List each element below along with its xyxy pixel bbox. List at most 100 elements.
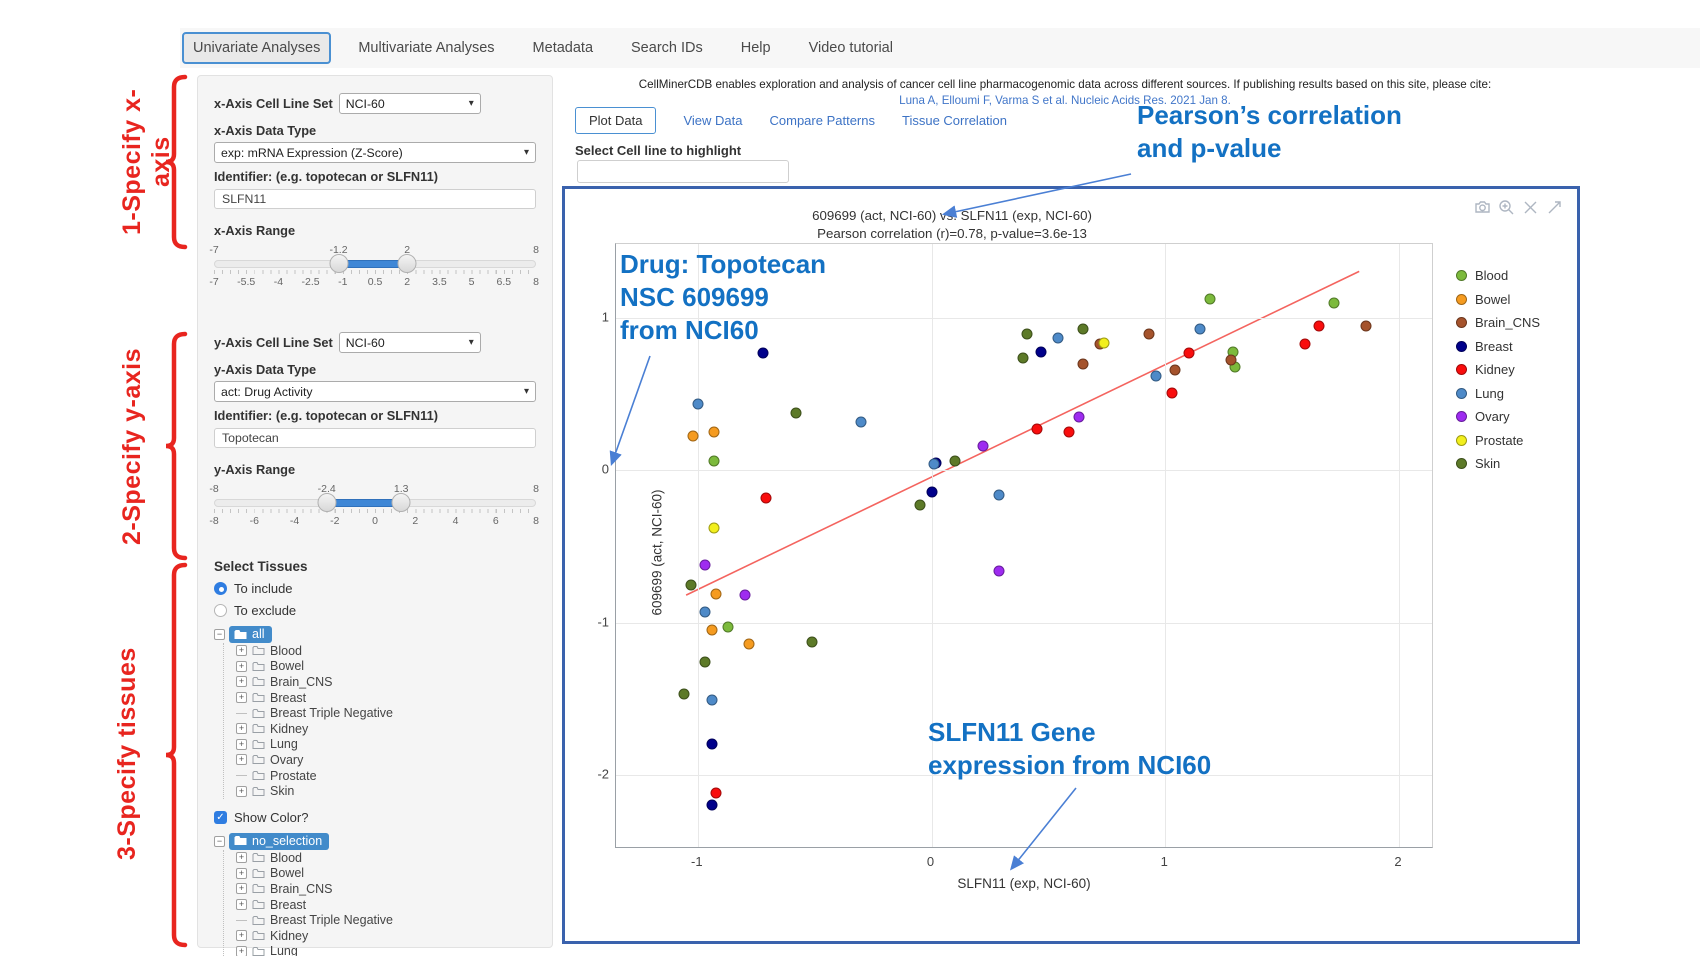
nav-tab[interactable]: Search IDs — [620, 32, 714, 64]
tree-item-breast[interactable]: +Breast — [236, 897, 536, 913]
legend-item-breast[interactable]: Breast — [1456, 335, 1540, 359]
y-range-slider[interactable]: -8-2.41.38-8-6-4-202468 — [214, 483, 536, 533]
plot-tab[interactable]: Compare Patterns — [770, 113, 876, 128]
data-point-prostate — [709, 523, 720, 534]
legend-item-kidney[interactable]: Kidney — [1456, 358, 1540, 382]
radio-icon[interactable] — [214, 604, 227, 617]
x-range-label: x-Axis Range — [214, 223, 536, 238]
expand-icon[interactable]: + — [236, 868, 247, 879]
tree-item-kidney[interactable]: +Kidney — [236, 928, 536, 944]
expand-icon[interactable]: + — [236, 930, 247, 941]
tree-item-brain_cns[interactable]: +Brain_CNS — [236, 881, 536, 897]
zoom-in-icon[interactable] — [1498, 199, 1515, 216]
expand-icon[interactable]: + — [236, 661, 247, 672]
legend-item-prostate[interactable]: Prostate — [1456, 429, 1540, 453]
expand-icon[interactable]: + — [236, 754, 247, 765]
tree-item-breast-triple-negative[interactable]: Breast Triple Negative — [236, 912, 536, 928]
chevron-down-icon: ▾ — [524, 386, 529, 397]
tissue-mode-radio-to-exclude[interactable]: To exclude — [214, 603, 536, 618]
tree-item-skin[interactable]: +Skin — [236, 783, 536, 799]
citation-link[interactable]: Luna A, Elloumi F, Varma S et al. Nuclei… — [575, 94, 1555, 107]
tree-item-breast[interactable]: + Breast — [236, 690, 536, 706]
nav-tab[interactable]: Multivariate Analyses — [347, 32, 505, 64]
tree-item-kidney[interactable]: +Kidney — [236, 721, 536, 737]
slider-tick-label: -5.5 — [237, 276, 255, 288]
legend-item-blood[interactable]: Blood — [1456, 264, 1540, 288]
slider-tick-label: -4 — [290, 515, 299, 527]
nav-tab[interactable]: Univariate Analyses — [182, 32, 331, 64]
slider-min-label: -7 — [209, 244, 218, 256]
tree-item-blood[interactable]: + Blood — [236, 850, 536, 866]
plot-tab[interactable]: Tissue Correlation — [902, 113, 1007, 128]
slider-handle-low[interactable] — [329, 254, 348, 273]
y-data-type-select[interactable]: act: Drug Activity ▾ — [214, 381, 536, 402]
legend-item-skin[interactable]: Skin — [1456, 452, 1540, 476]
x-identifier-input[interactable] — [214, 189, 536, 209]
tree-item-label: Blood — [270, 851, 302, 865]
radio-icon[interactable] — [214, 582, 227, 595]
expand-icon[interactable]: + — [236, 645, 247, 656]
expand-icon[interactable]: + — [236, 899, 247, 910]
tissue-mode-radio-to-include[interactable]: To include — [214, 581, 536, 596]
tree-item-blood[interactable]: +Blood — [236, 643, 536, 659]
tree-root-no_selection[interactable]: −no_selection — [214, 833, 536, 850]
expand-icon[interactable]: + — [236, 883, 247, 894]
legend-item-lung[interactable]: Lung — [1456, 382, 1540, 406]
legend-swatch-icon — [1456, 435, 1467, 446]
tree-item-bowel[interactable]: +Bowel — [236, 659, 536, 675]
close-icon[interactable] — [1522, 199, 1539, 216]
expand-icon[interactable]: + — [236, 852, 247, 863]
tree-item-breast-triple-negative[interactable]: Breast Triple Negative — [236, 705, 536, 721]
expand-icon[interactable]: + — [236, 692, 247, 703]
slider-max-label: 8 — [533, 483, 539, 495]
collapse-icon[interactable]: − — [214, 836, 225, 847]
data-point-lung — [1150, 371, 1161, 382]
x-data-type-select[interactable]: exp: mRNA Expression (Z-Score) ▾ — [214, 142, 536, 163]
tree-item-prostate[interactable]: Prostate — [236, 768, 536, 784]
plot-tab[interactable]: View Data — [683, 113, 742, 128]
data-point-lung — [1052, 333, 1063, 344]
slider-tick-label: -4 — [274, 276, 283, 288]
plot-legend: BloodBowelBrain_CNSBreastKidneyLungOvary… — [1456, 264, 1540, 476]
legend-item-bowel[interactable]: Bowel — [1456, 288, 1540, 312]
tree-item-lung[interactable]: +Lung — [236, 944, 536, 956]
y-axis-title: 609699 (act, NCI-60) — [650, 489, 665, 615]
gridline — [1399, 244, 1400, 847]
slider-handle-high[interactable] — [392, 493, 411, 512]
expand-icon[interactable]: + — [236, 786, 247, 797]
nav-tab[interactable]: Help — [730, 32, 782, 64]
tree-root-highlight[interactable]: all — [229, 626, 272, 643]
expand-icon[interactable]: + — [236, 946, 247, 956]
y-tick-label: -1 — [571, 614, 609, 629]
tree-root-highlight[interactable]: no_selection — [229, 833, 329, 850]
slider-handle-high[interactable] — [398, 254, 417, 273]
show-color-checkbox-row[interactable]: ✓ Show Color? — [214, 810, 536, 825]
x-range-slider[interactable]: -7-1.228-7-5.5-4-2.5-10.523.556.58 — [214, 244, 536, 294]
slider-handle-low[interactable] — [318, 493, 337, 512]
slider-track[interactable] — [214, 499, 536, 507]
highlight-cell-line-input[interactable] — [577, 160, 789, 183]
tree-item-bowel[interactable]: +Bowel — [236, 866, 536, 882]
y-cell-line-set-select[interactable]: NCI-60 ▾ — [339, 332, 481, 353]
plot-tab[interactable]: Plot Data — [575, 107, 656, 134]
camera-icon[interactable] — [1474, 199, 1491, 216]
tree-item-label: Breast — [270, 691, 306, 705]
tree-root-all[interactable]: −all — [214, 626, 536, 643]
tree-item-ovary[interactable]: +Ovary — [236, 752, 536, 768]
x-cell-line-set-select[interactable]: NCI-60 ▾ — [339, 93, 481, 114]
expand-icon[interactable]: + — [236, 723, 247, 734]
collapse-icon[interactable]: − — [214, 629, 225, 640]
pan-arrow-icon[interactable] — [1546, 199, 1563, 216]
slider-track[interactable] — [214, 260, 536, 268]
legend-item-brain_cns[interactable]: Brain_CNS — [1456, 311, 1540, 335]
expand-icon[interactable]: + — [236, 739, 247, 750]
nav-tab[interactable]: Video tutorial — [798, 32, 904, 64]
checkbox-check-icon[interactable]: ✓ — [214, 811, 227, 824]
nav-tab[interactable]: Metadata — [522, 32, 604, 64]
legend-item-ovary[interactable]: Ovary — [1456, 405, 1540, 429]
annotation-step2-label: 2-Specify y-axis — [118, 335, 147, 559]
y-identifier-input[interactable] — [214, 428, 536, 448]
expand-icon[interactable]: + — [236, 676, 247, 687]
tree-item-brain_cns[interactable]: +Brain_CNS — [236, 674, 536, 690]
tree-item-lung[interactable]: +Lung — [236, 737, 536, 753]
